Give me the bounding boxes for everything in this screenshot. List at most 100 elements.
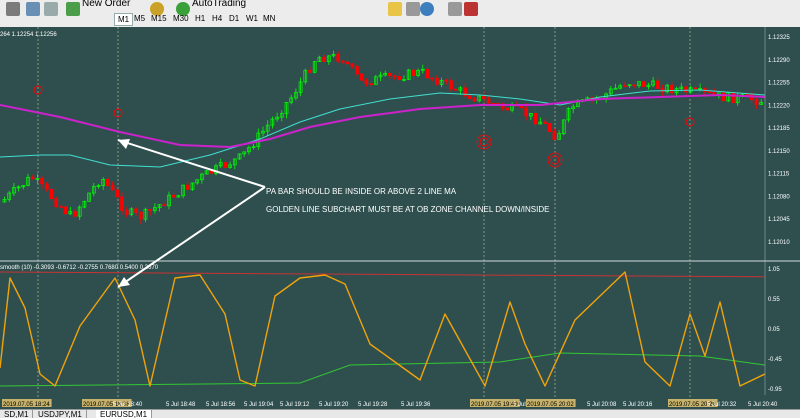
price-tick-label: 1.12185 (768, 126, 790, 132)
save-icon[interactable] (6, 2, 20, 16)
price-tick-label: 1.12010 (768, 240, 790, 246)
indicators-icon[interactable] (420, 2, 434, 16)
candle-body (341, 60, 345, 63)
candle-body (59, 206, 63, 208)
candle-body (44, 183, 49, 190)
chart-header: 264 1.12254 1.12256 (0, 32, 57, 38)
candle-body (655, 80, 660, 89)
candle-body (115, 189, 120, 198)
chart-tab[interactable]: EURUSD,M1 (96, 410, 153, 418)
candle-body (482, 95, 486, 100)
candle-body (73, 211, 77, 217)
lock-icon[interactable] (388, 2, 402, 16)
dropdown-icon[interactable] (406, 2, 420, 16)
subchart-tick-label: 1.05 (768, 267, 780, 273)
time-tick-label: 5 Jul 19:04 (244, 402, 274, 408)
time-tick-label: 5 Jul 19:36 (401, 402, 431, 408)
candle-body (411, 69, 416, 76)
autotrading-button[interactable]: AutoTrading (192, 0, 246, 9)
candle-body (754, 99, 759, 105)
price-tick-label: 1.12045 (768, 217, 790, 223)
candle-body (467, 95, 472, 100)
candle-body (641, 81, 646, 88)
annotation-text-2: GOLDEN LINE SUBCHART MUST BE AT OB ZONE … (266, 205, 549, 214)
timeframe-m15[interactable]: M15 (148, 13, 170, 24)
candle-body (364, 79, 369, 84)
subchart-tick-label: 0.05 (768, 327, 780, 333)
candle-body (543, 121, 547, 124)
candle-body (49, 188, 54, 200)
candle-body (519, 105, 524, 109)
candle-body (632, 84, 637, 87)
candle-body (486, 98, 491, 104)
new-order-icon[interactable] (66, 2, 80, 16)
time-tick-label: 5 Jul 18:40 (113, 402, 143, 408)
timeframe-h1[interactable]: H1 (192, 13, 208, 24)
price-tick-label: 1.12290 (768, 58, 790, 64)
chart-tabs: SD,M1 USDJPY,M1 EURUSD,M1 (0, 409, 800, 418)
candle-body (623, 85, 627, 88)
time-tick-label: 2019.07.05 20:02 (527, 402, 574, 408)
price-tick-label: 1.12115 (768, 172, 790, 178)
time-tick-label: 2019.07.05 18:24 (3, 402, 50, 408)
toolbar: New Order AutoTrading M1 M5 M15 M30 H1 H4 D1 W1… (0, 0, 800, 28)
terminal-window: { "toolbar": { "new_order_label": "New O… (0, 0, 800, 418)
chart-tab[interactable]: SD,M1 (0, 410, 34, 418)
candle-body (124, 210, 129, 215)
candle-body (707, 91, 712, 94)
time-tick-label: 5 Jul 19:20 (319, 402, 349, 408)
candle-body (552, 131, 557, 140)
timeframe-d1[interactable]: D1 (226, 13, 242, 24)
candle-body (162, 204, 167, 207)
price-tick-label: 1.12220 (768, 103, 790, 109)
time-tick-label: 5 Jul 19:28 (358, 402, 388, 408)
timeframe-h4[interactable]: H4 (209, 13, 225, 24)
candle-body (223, 162, 228, 168)
price-chart[interactable]: 1.12325 1.12290 1.12255 1.12220 1.12185 1.121… (0, 27, 800, 409)
candle-body (148, 209, 153, 211)
subchart-tick-label: 0.55 (768, 297, 780, 303)
candle-body (63, 206, 68, 215)
timeframe-m30[interactable]: M30 (170, 13, 192, 24)
candle-body (472, 98, 477, 102)
profiles-icon[interactable] (26, 2, 40, 16)
candle-body (670, 84, 674, 94)
annotation-text-1: PA BAR SHOULD BE INSIDE OR ABOVE 2 LINE … (266, 187, 457, 196)
time-tick-label: 5 Jul 18:56 (206, 402, 236, 408)
navigator-icon[interactable] (44, 2, 58, 16)
candle-body (120, 196, 124, 211)
candle-body (359, 73, 364, 81)
candle-body (392, 75, 397, 78)
candle-body (660, 88, 665, 93)
chart-tab[interactable]: USDJPY,M1 (34, 410, 87, 418)
timeframe-mn[interactable]: MN (260, 13, 278, 24)
timeframe-m5[interactable]: M5 (131, 13, 148, 24)
chart-area[interactable]: 1.12325 1.12290 1.12255 1.12220 1.12185 1.121… (0, 27, 800, 409)
timeframe-w1[interactable]: W1 (243, 13, 261, 24)
subchart-tick-label: -0.95 (768, 387, 782, 393)
subchart-header: smooth (10) -0.3093 -0.6712 -0.2755 0.76… (0, 265, 159, 271)
candle-body (684, 86, 688, 93)
candle-body (435, 77, 439, 85)
candle-body (731, 92, 735, 104)
subchart-tick-label: -0.45 (768, 357, 782, 363)
candle-body (425, 68, 430, 79)
candle-body (693, 87, 698, 90)
new-order-button[interactable]: New Order (82, 0, 130, 9)
price-tick-label: 1.12325 (768, 35, 790, 41)
candle-body (721, 92, 726, 102)
price-tick-label: 1.12150 (768, 149, 790, 155)
candle-body (449, 80, 453, 90)
candle-body (54, 198, 59, 207)
time-tick-label: 5 Jul 20:08 (587, 402, 617, 408)
candle-body (106, 178, 110, 186)
templates-icon[interactable] (448, 2, 462, 16)
candle-body (322, 56, 326, 62)
time-tick-label: 5 Jul 20:32 (707, 402, 737, 408)
candle-body (533, 113, 538, 125)
time-tick-label: 5 Jul 18:48 (166, 402, 196, 408)
periods-icon[interactable] (464, 2, 478, 16)
price-tick-label: 1.12080 (768, 194, 790, 200)
candle-body (369, 83, 373, 85)
candle-body (547, 123, 552, 132)
